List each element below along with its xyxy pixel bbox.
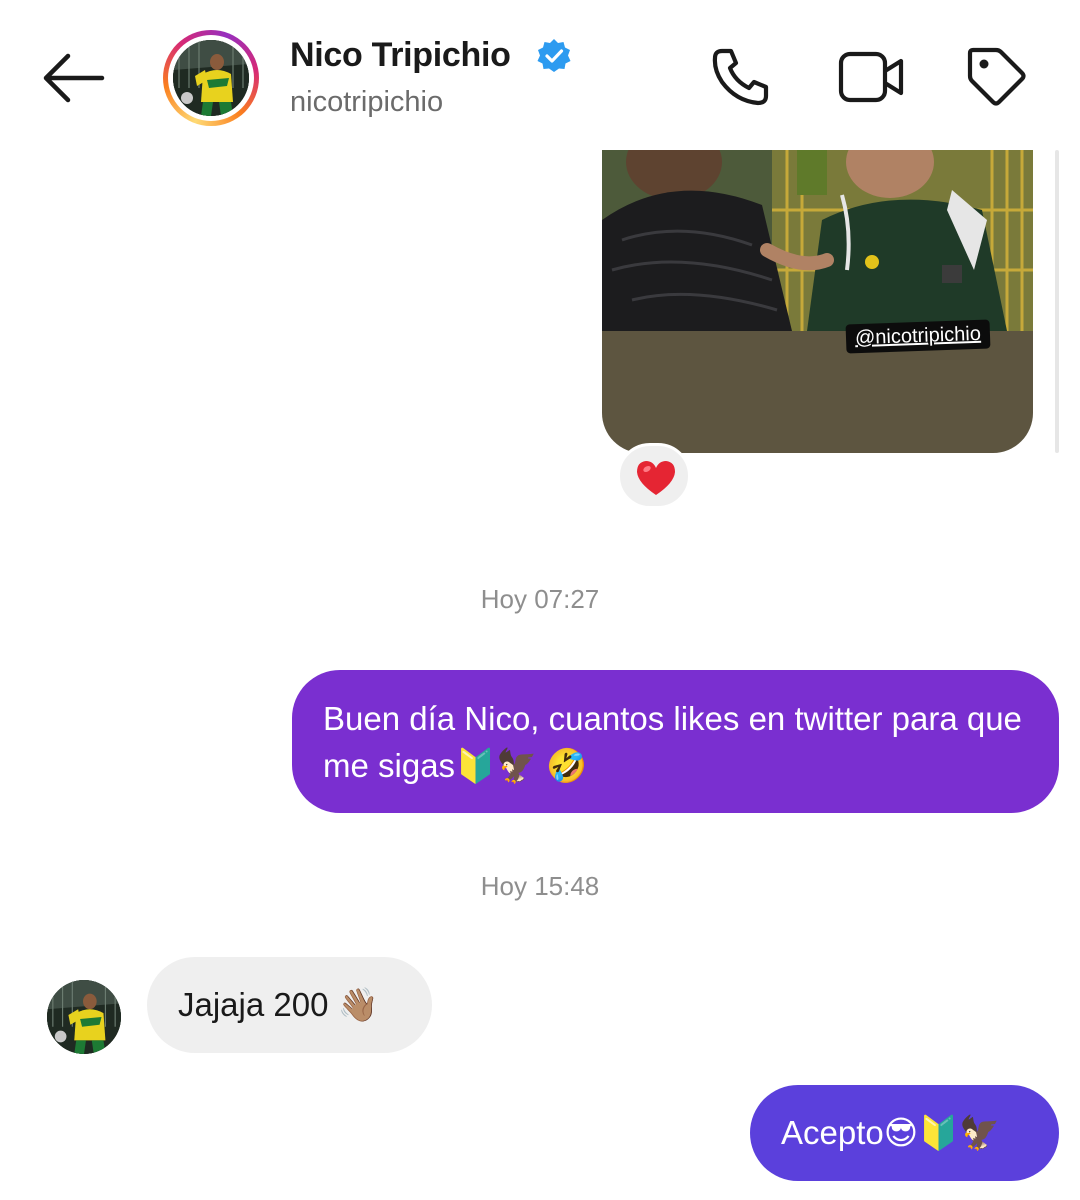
shared-post-card[interactable] xyxy=(602,150,1033,453)
verified-badge-icon xyxy=(537,39,571,72)
incoming-message[interactable]: Jajaja 200 👋🏽 xyxy=(147,957,432,1053)
post-username-tag: @nicotripichio xyxy=(845,319,991,354)
outgoing-message[interactable]: Buen día Nico, cuantos likes en twitter … xyxy=(292,670,1059,813)
voice-call-button[interactable] xyxy=(708,44,774,110)
tag-button[interactable] xyxy=(964,44,1030,110)
chat-header: Nico Tripichio nicotripichio xyxy=(0,0,1080,150)
phone-icon xyxy=(712,48,769,106)
contact-name[interactable]: Nico Tripichio xyxy=(290,36,511,75)
contact-username: nicotripichio xyxy=(290,86,444,118)
avatar-ring-inner xyxy=(168,35,254,121)
message-text: Jajaja 200 👋🏽 xyxy=(178,986,379,1023)
heart-icon xyxy=(637,461,675,495)
back-arrow-icon xyxy=(43,53,105,103)
message-timestamp: Hoy 15:48 xyxy=(480,871,600,901)
message-timestamp: Hoy 07:27 xyxy=(480,584,600,614)
message-text: Buen día Nico, cuantos likes en twitter … xyxy=(323,700,1022,784)
video-camera-icon xyxy=(838,51,904,103)
sender-avatar[interactable] xyxy=(47,980,121,1054)
outgoing-message[interactable]: Acepto😎🔰🦅 xyxy=(750,1085,1059,1181)
heart-reaction[interactable] xyxy=(617,443,691,509)
post-scroll-indicator xyxy=(1055,150,1059,453)
profile-avatar[interactable] xyxy=(163,30,259,126)
shared-post-photo xyxy=(602,150,1033,331)
avatar-photo xyxy=(173,40,249,116)
video-call-button[interactable] xyxy=(838,44,904,110)
message-text: Acepto😎🔰🦅 xyxy=(781,1114,1001,1151)
tag-icon xyxy=(967,47,1026,106)
back-button[interactable] xyxy=(40,50,106,106)
